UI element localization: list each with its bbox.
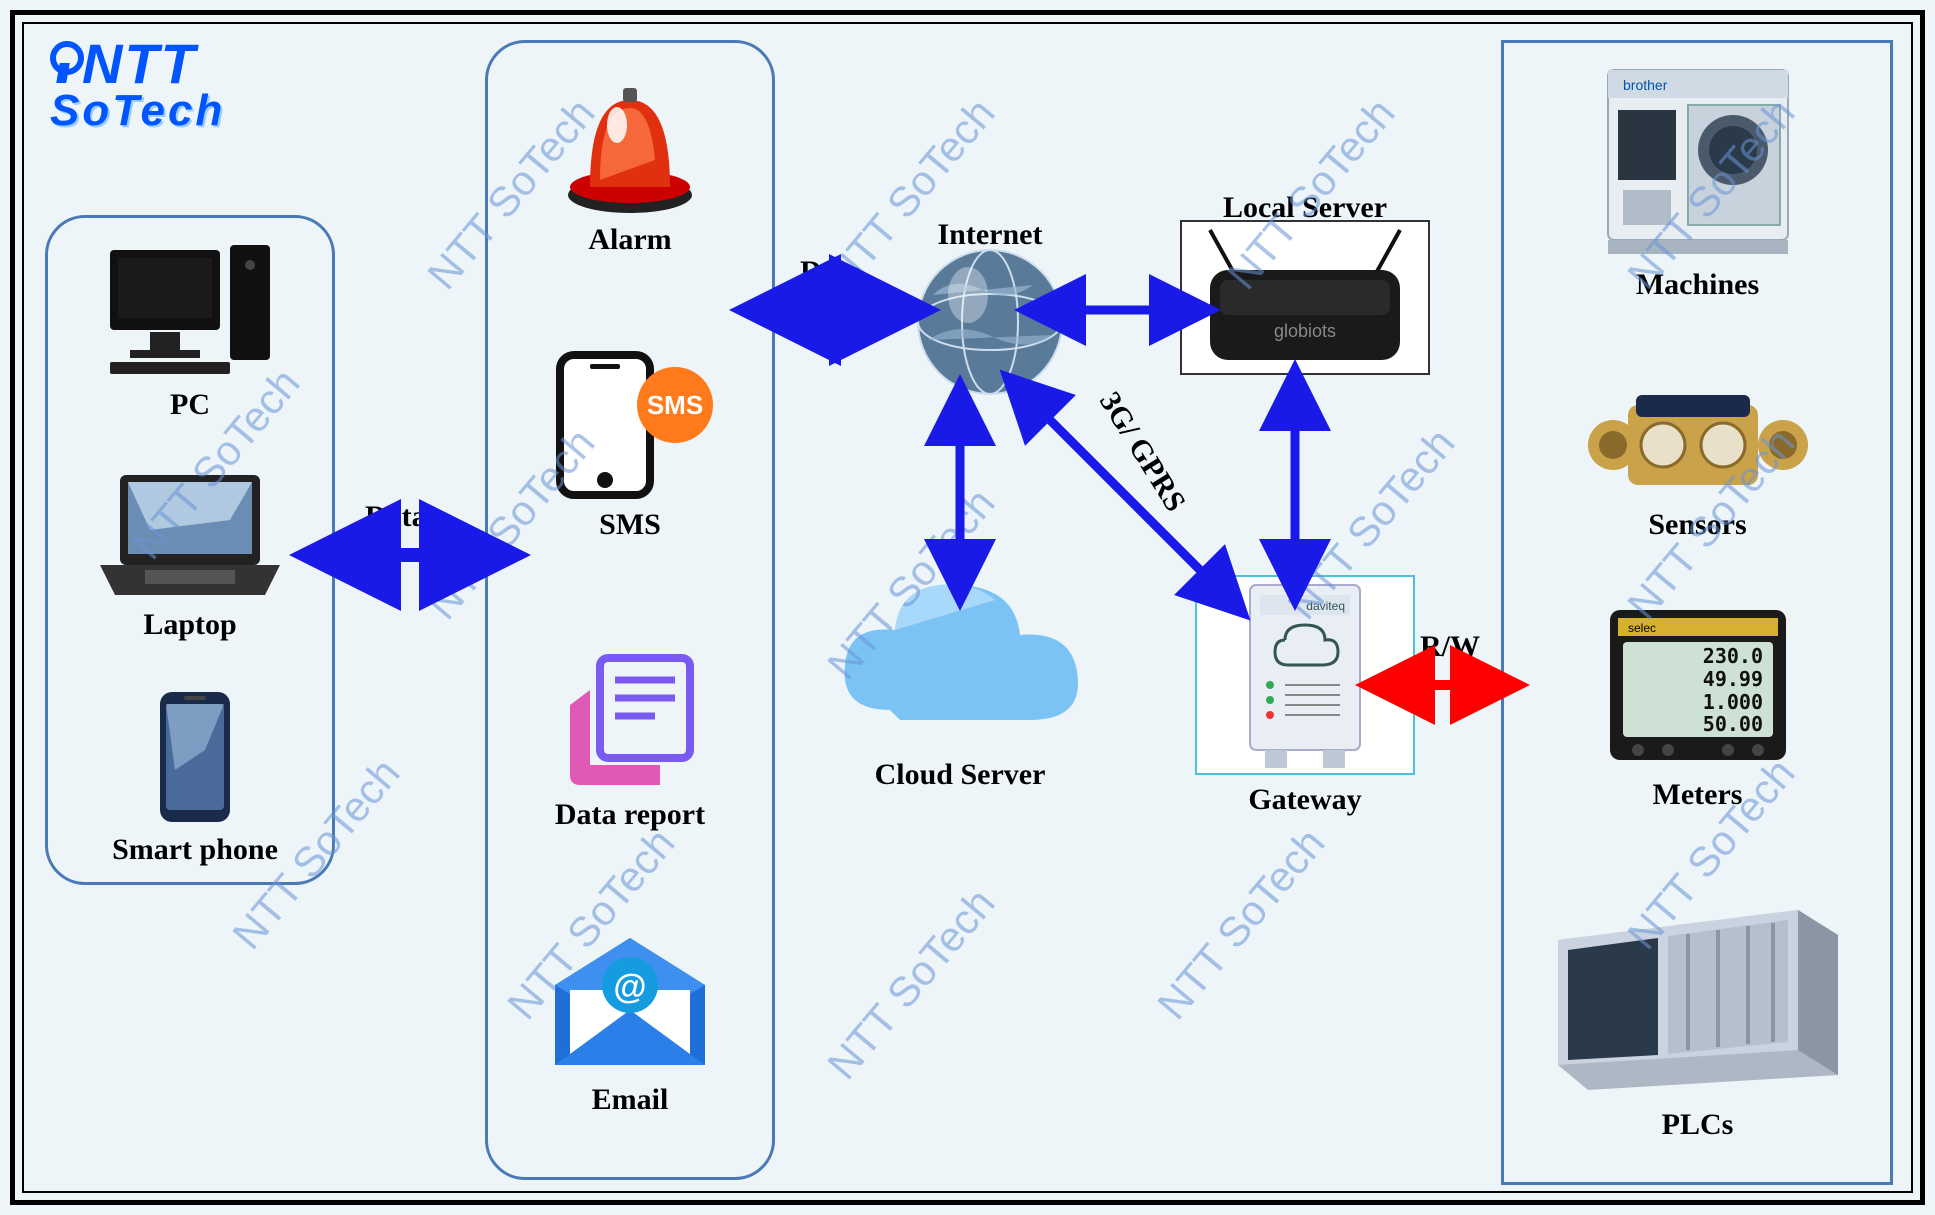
email-label: Email: [520, 1083, 740, 1117]
node-machines: brother Machines: [1525, 60, 1870, 302]
internet-label: Internet: [875, 218, 1105, 252]
node-cloud: Cloud Server: [830, 560, 1090, 792]
meters-label: Meters: [1525, 778, 1870, 812]
node-pc: PC: [80, 240, 300, 422]
node-alarm: Alarm: [520, 70, 740, 257]
node-smartphone: Smart phone: [90, 690, 300, 867]
laptop-label: Laptop: [80, 608, 300, 642]
plcs-label: PLCs: [1525, 1108, 1870, 1142]
node-laptop: Laptop: [80, 470, 300, 642]
node-sensors: Sensors: [1525, 350, 1870, 542]
laptop-icon: [80, 470, 300, 600]
plcs-icon: [1525, 880, 1870, 1100]
sensors-icon: [1525, 350, 1870, 500]
pc-label: PC: [80, 388, 300, 422]
svg-text:49.99: 49.99: [1702, 667, 1762, 691]
internet-icon: [875, 245, 1105, 400]
smartphone-label: Smart phone: [90, 833, 300, 867]
machines-label: Machines: [1525, 268, 1870, 302]
datareport-label: Data report: [520, 798, 740, 832]
cloud-icon: [830, 560, 1090, 750]
localserver-label: Local Server: [1180, 191, 1430, 225]
logo: NTT SoTech: [42, 35, 225, 131]
node-meters: selec 230.0 49.99 1.000 50.00 Meters: [1525, 600, 1870, 812]
svg-text:selec: selec: [1628, 621, 1656, 635]
svg-text:daviteq: daviteq: [1306, 599, 1345, 613]
svg-text:1.000: 1.000: [1702, 690, 1762, 714]
sms-label: SMS: [520, 508, 740, 542]
svg-text:globiots: globiots: [1274, 321, 1336, 341]
svg-text:230.0: 230.0: [1702, 644, 1762, 668]
pc-icon: [80, 240, 300, 380]
alarm-icon: [520, 70, 740, 215]
gateway-label: Gateway: [1195, 783, 1415, 817]
svg-text:brother: brother: [1623, 77, 1668, 93]
svg-text:SMS: SMS: [647, 390, 703, 420]
meters-icon: selec 230.0 49.99 1.000 50.00: [1525, 600, 1870, 770]
node-email: @ Email: [520, 930, 740, 1117]
alarm-label: Alarm: [520, 223, 740, 257]
cloud-label: Cloud Server: [830, 758, 1090, 792]
gateway-icon: daviteq: [1195, 575, 1415, 775]
node-sms: SMS SMS: [520, 350, 740, 542]
node-plcs: PLCs: [1525, 880, 1870, 1142]
arrow-label-data1: Data: [365, 500, 427, 534]
datareport-icon: [520, 650, 740, 790]
node-internet: Internet: [875, 245, 1105, 400]
email-icon: @: [520, 930, 740, 1075]
node-datareport: Data report: [520, 650, 740, 832]
arrow-label-data2: Data: [800, 255, 862, 289]
smartphone-icon: [90, 690, 300, 825]
node-localserver: Local Server globiots: [1180, 220, 1430, 375]
arrow-label-rw: R/W: [1420, 630, 1480, 664]
sms-icon: SMS: [520, 350, 740, 500]
svg-text:@: @: [613, 968, 646, 1006]
logo-top: NTT: [82, 39, 197, 89]
localserver-icon: globiots: [1180, 220, 1430, 375]
logo-bottom: SoTech: [50, 91, 225, 131]
sensors-label: Sensors: [1525, 508, 1870, 542]
svg-text:50.00: 50.00: [1702, 712, 1762, 736]
node-gateway: daviteq Gateway: [1195, 575, 1415, 817]
machines-icon: brother: [1525, 60, 1870, 260]
